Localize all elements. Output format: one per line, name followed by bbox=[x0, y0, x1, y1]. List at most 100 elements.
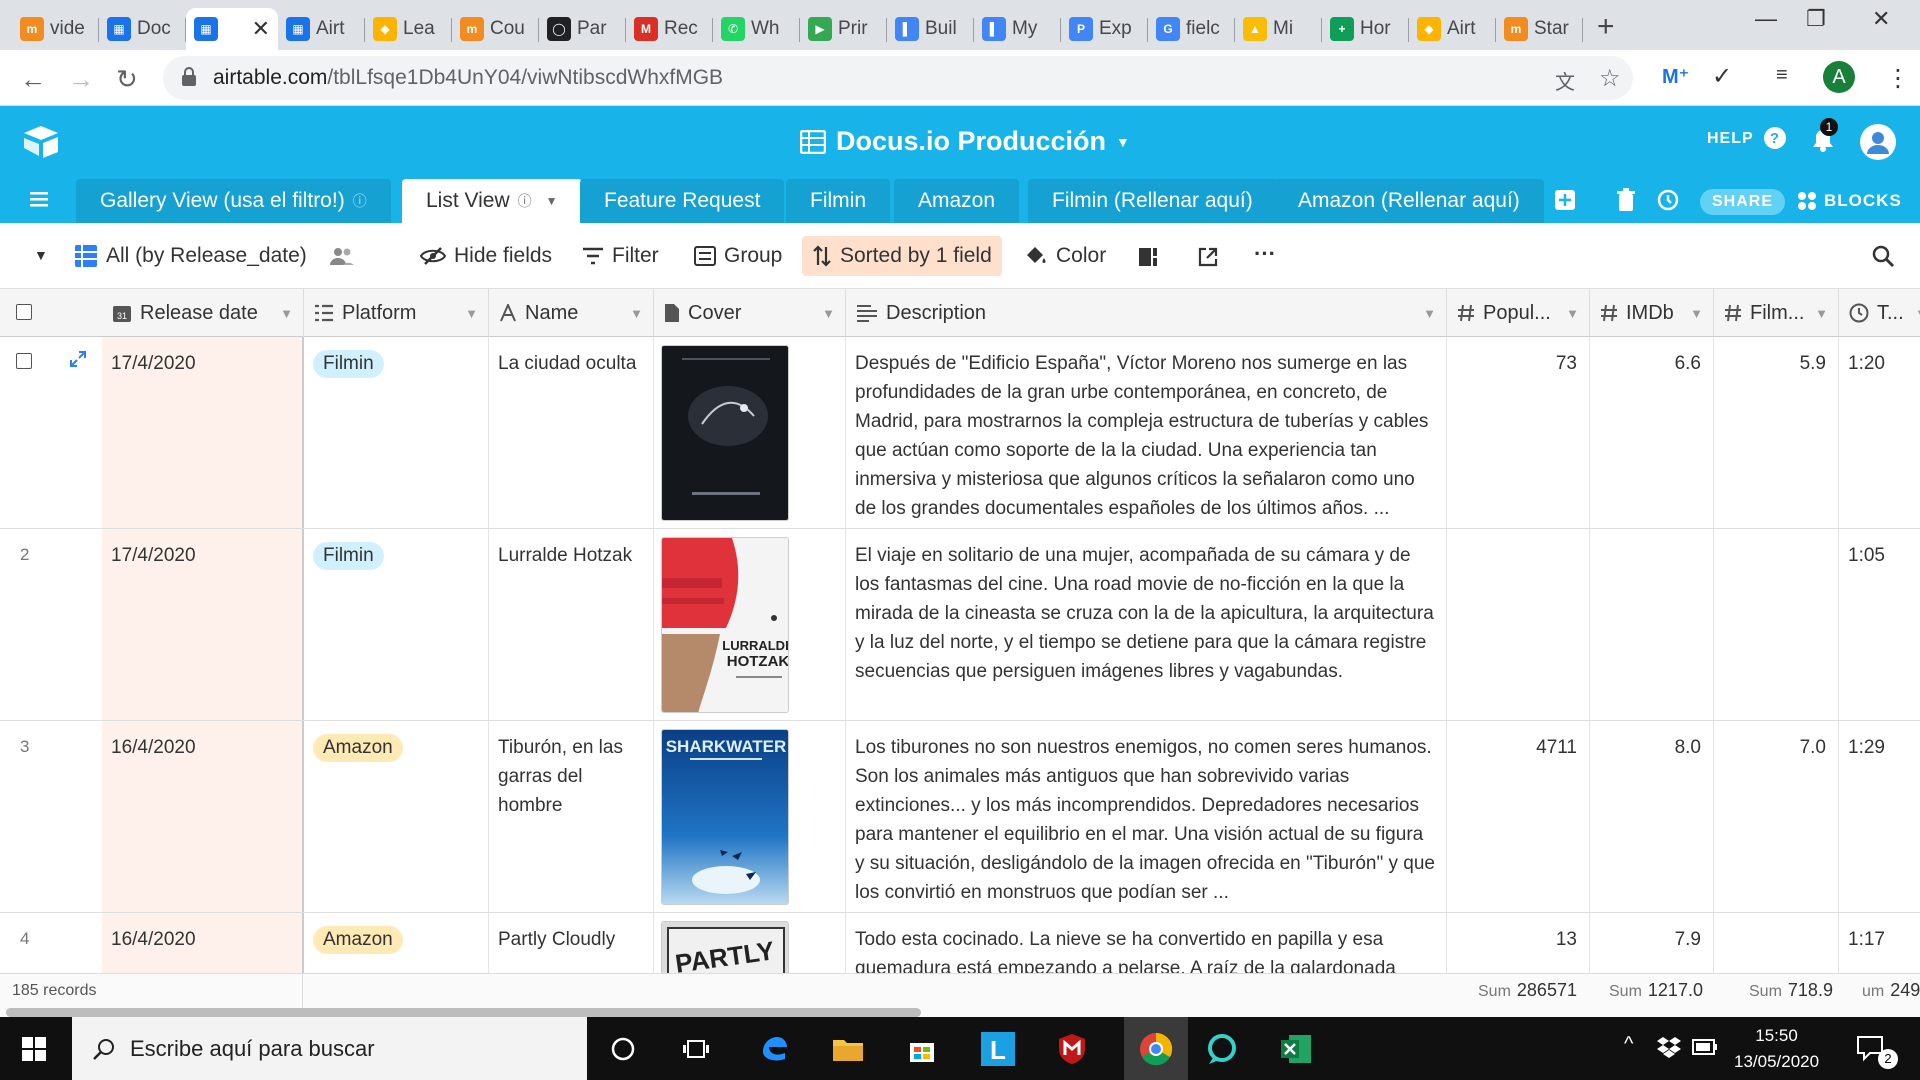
table-row[interactable]: 17/4/2020 Filmin La ciudad oculta Después d… bbox=[0, 337, 1920, 529]
chevron-down-icon[interactable]: ▼ bbox=[1815, 306, 1828, 321]
column-header[interactable]: Platform ▼ bbox=[304, 289, 489, 337]
browser-tab[interactable]: ◆ Lea bbox=[365, 8, 452, 50]
browser-tab[interactable]: ▦ ✕ bbox=[186, 8, 278, 50]
release-date-cell[interactable]: 16/4/2020 bbox=[102, 913, 304, 973]
browser-tab[interactable]: ◯ Par bbox=[539, 8, 626, 50]
collaborators-icon[interactable] bbox=[329, 246, 355, 266]
help-label[interactable]: HELP bbox=[1707, 130, 1754, 148]
file-explorer-icon[interactable] bbox=[830, 1031, 866, 1067]
cover-thumbnail[interactable] bbox=[661, 345, 789, 521]
name-cell[interactable]: Partly Cloudly bbox=[489, 913, 654, 973]
browser-tab[interactable]: P Exp bbox=[1061, 8, 1148, 50]
view-switcher[interactable]: All (by Release_date) bbox=[64, 236, 365, 276]
popularity-cell[interactable]: 73 bbox=[1447, 337, 1590, 528]
view-tab[interactable]: List View ⓘ ▼ bbox=[402, 179, 582, 223]
popularity-cell[interactable]: 13 bbox=[1447, 913, 1590, 973]
restore-icon[interactable]: ❐ bbox=[1806, 6, 1826, 32]
time-cell[interactable]: 1:05 bbox=[1839, 529, 1920, 720]
cover-thumbnail[interactable]: SHARKWATER bbox=[661, 729, 789, 905]
browser-tab[interactable]: ▶ Prir bbox=[800, 8, 887, 50]
back-icon[interactable]: ← bbox=[20, 64, 46, 95]
browser-tab[interactable]: m Star bbox=[1496, 8, 1583, 50]
translate-icon[interactable]: 文 bbox=[1555, 66, 1575, 95]
chevron-down-icon[interactable]: ▼ bbox=[465, 306, 478, 321]
cover-cell[interactable]: PARTLY bbox=[654, 913, 846, 973]
view-tab[interactable]: Gallery View (usa el filtro!) ⓘ bbox=[76, 179, 391, 223]
share-button[interactable]: SHARE bbox=[1700, 189, 1786, 215]
browser-tab[interactable]: ▌ Buil bbox=[887, 8, 974, 50]
column-header[interactable]: T... ▼ bbox=[1839, 289, 1920, 337]
reload-icon[interactable]: ↻ bbox=[116, 64, 138, 95]
airtable-logo-icon[interactable] bbox=[22, 124, 60, 158]
url-field[interactable]: airtable.com/tblLfsqe1Db4UnY04/viwNtibsc… bbox=[163, 56, 1633, 100]
info-icon[interactable]: ⓘ bbox=[518, 191, 532, 211]
cover-cell[interactable] bbox=[654, 337, 846, 528]
browser-tab[interactable]: ◆ Airt bbox=[1409, 8, 1496, 50]
extension-check-icon[interactable]: ✓ bbox=[1712, 62, 1732, 91]
hide-fields-button[interactable]: Hide fields bbox=[410, 236, 562, 276]
table-row[interactable]: 2 17/4/2020 Filmin Lurralde Hotzak LURRALDE H… bbox=[0, 529, 1920, 721]
chrome-taskbar-icon[interactable] bbox=[1124, 1017, 1188, 1080]
bookmark-star-icon[interactable]: ☆ bbox=[1599, 64, 1621, 93]
platform-cell[interactable]: Filmin bbox=[304, 529, 489, 720]
imdb-cell[interactable]: 7.9 bbox=[1590, 913, 1714, 973]
color-button[interactable]: Color bbox=[1014, 236, 1116, 276]
column-header[interactable]: 31 Release date ▼ bbox=[102, 289, 304, 337]
battery-icon[interactable] bbox=[1692, 1039, 1718, 1055]
release-date-cell[interactable]: 17/4/2020 bbox=[102, 529, 304, 720]
column-header[interactable]: IMDb ▼ bbox=[1590, 289, 1714, 337]
view-tab[interactable]: Amazon (Rellenar aquí) bbox=[1274, 179, 1544, 223]
column-header[interactable]: Description ▼ bbox=[846, 289, 1447, 337]
expand-record-icon[interactable] bbox=[70, 351, 86, 367]
description-cell[interactable]: Los tiburones no son nuestros enemigos, … bbox=[846, 721, 1447, 912]
column-header[interactable]: Film... ▼ bbox=[1714, 289, 1839, 337]
taskbar-search-field[interactable]: Escribe aquí para buscar bbox=[72, 1017, 587, 1080]
column-header[interactable]: Cover ▼ bbox=[654, 289, 846, 337]
new-tab-button[interactable]: + bbox=[1597, 10, 1615, 44]
hamburger-menu-icon[interactable] bbox=[30, 189, 52, 209]
forward-icon[interactable]: → bbox=[68, 64, 94, 95]
blocks-button[interactable]: BLOCKS bbox=[1824, 191, 1902, 211]
more-options-icon[interactable]: ··· bbox=[1254, 241, 1276, 267]
name-cell[interactable]: La ciudad oculta bbox=[489, 337, 654, 528]
store-icon[interactable] bbox=[904, 1031, 940, 1067]
description-cell[interactable]: Después de "Edificio España", Víctor Mor… bbox=[846, 337, 1447, 528]
user-avatar-icon[interactable] bbox=[1860, 124, 1896, 160]
taskbar-clock[interactable]: 15:50 13/05/2020 bbox=[1734, 1023, 1819, 1075]
close-tab-icon[interactable]: ✕ bbox=[252, 16, 270, 42]
platform-cell[interactable]: Filmin bbox=[304, 337, 489, 528]
media-queue-icon[interactable]: ≡ bbox=[1776, 64, 1788, 87]
column-header[interactable]: Popul... ▼ bbox=[1447, 289, 1590, 337]
platform-cell[interactable]: Amazon bbox=[304, 913, 489, 973]
show-hidden-icons[interactable]: ^ bbox=[1624, 1033, 1633, 1056]
launcher-l-icon[interactable]: L bbox=[980, 1031, 1016, 1067]
teal-app-icon[interactable] bbox=[1204, 1031, 1240, 1067]
mcafee-icon[interactable] bbox=[1054, 1031, 1090, 1067]
extension-m-icon[interactable]: M⁺ bbox=[1662, 64, 1689, 89]
description-cell[interactable]: Todo esta cocinado. La nieve se ha conve… bbox=[846, 913, 1447, 973]
history-icon[interactable] bbox=[1656, 188, 1680, 212]
trash-icon[interactable] bbox=[1616, 188, 1636, 212]
filmaffinity-cell[interactable]: 5.9 bbox=[1714, 337, 1839, 528]
row-height-icon[interactable] bbox=[1138, 247, 1158, 267]
filmaffinity-cell[interactable] bbox=[1714, 529, 1839, 720]
chevron-down-icon[interactable]: ▼ bbox=[1423, 306, 1436, 321]
name-cell[interactable]: Tiburón, en las garras del hombre bbox=[489, 721, 654, 912]
column-header[interactable]: Name ▼ bbox=[489, 289, 654, 337]
table-row[interactable]: 4 16/4/2020 Amazon Partly Cloudly PARTLY Todo… bbox=[0, 913, 1920, 973]
minimize-icon[interactable]: — bbox=[1755, 6, 1777, 32]
cover-thumbnail[interactable]: PARTLY bbox=[661, 921, 789, 973]
cortana-icon[interactable] bbox=[605, 1031, 641, 1067]
chevron-down-icon[interactable]: ▼ bbox=[546, 194, 558, 208]
dropbox-icon[interactable] bbox=[1656, 1036, 1682, 1058]
browser-tab[interactable]: ▦ Airt bbox=[278, 8, 365, 50]
view-tab[interactable]: Filmin (Rellenar aquí) bbox=[1028, 179, 1277, 223]
browser-tab[interactable]: M Rec bbox=[626, 8, 713, 50]
sort-button[interactable]: Sorted by 1 field bbox=[802, 236, 1002, 276]
filmaffinity-cell[interactable]: 7.0 bbox=[1714, 721, 1839, 912]
add-view-icon[interactable] bbox=[1554, 189, 1576, 211]
info-icon[interactable]: ⓘ bbox=[353, 191, 367, 211]
chevron-down-icon[interactable]: ▼ bbox=[1566, 306, 1579, 321]
browser-tab[interactable]: m Cou bbox=[452, 8, 539, 50]
excel-icon[interactable] bbox=[1278, 1031, 1314, 1067]
